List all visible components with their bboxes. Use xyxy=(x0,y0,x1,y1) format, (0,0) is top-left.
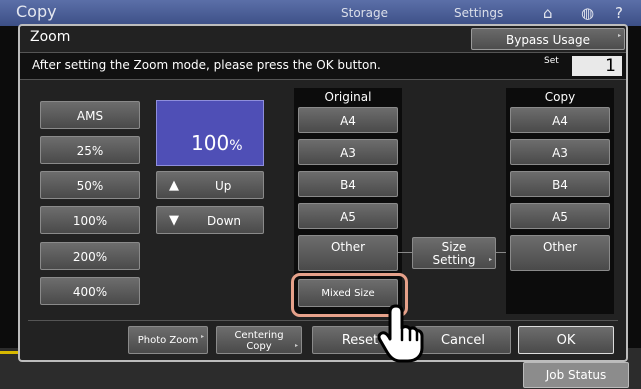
corner-arrow-icon: ▸ xyxy=(488,256,492,263)
globe-icon[interactable]: ◍ xyxy=(581,4,594,22)
size-label: A3 xyxy=(552,146,568,160)
copy-b4-button[interactable]: B4 xyxy=(510,171,610,197)
footer-divider xyxy=(28,320,618,321)
preset-label: 200% xyxy=(72,250,108,264)
preset-label: 400% xyxy=(72,285,108,299)
other-label: Other xyxy=(330,240,366,254)
job-status-button[interactable]: Job Status xyxy=(523,362,629,388)
size-label: B4 xyxy=(552,178,568,192)
preset-label: AMS xyxy=(76,109,104,123)
photo-zoom-button[interactable]: Photo Zoom ▸ xyxy=(128,326,208,354)
centering-line1: Centering xyxy=(234,330,284,341)
set-label: Set xyxy=(544,56,559,66)
zoom-dialog: Zoom Bypass Usage ▸ After setting the Zo… xyxy=(18,24,628,363)
message-bar: After setting the Zoom mode, please pres… xyxy=(20,52,626,80)
preset-200-button[interactable]: 200% xyxy=(40,242,140,270)
zoom-down-label: Down xyxy=(207,214,242,228)
original-a4-button[interactable]: A4 xyxy=(298,107,398,133)
preset-ams-button[interactable]: AMS xyxy=(40,101,140,129)
size-label: A3 xyxy=(340,146,356,160)
size-label: A5 xyxy=(552,210,568,224)
photo-zoom-label: Photo Zoom xyxy=(137,335,199,346)
indicator-strip xyxy=(0,351,20,354)
zoom-unit: % xyxy=(229,138,243,154)
original-header: Original xyxy=(324,90,372,104)
corner-arrow-icon: ▸ xyxy=(294,342,298,349)
ok-button[interactable]: OK xyxy=(518,326,614,354)
original-other-button[interactable]: Other xyxy=(298,235,398,271)
size-label: A5 xyxy=(340,210,356,224)
copy-a4-button[interactable]: A4 xyxy=(510,107,610,133)
preset-label: 100% xyxy=(72,214,108,228)
reset-label: Reset xyxy=(341,333,379,348)
zoom-value: 100% xyxy=(191,131,243,155)
zoom-number: 100 xyxy=(191,131,230,155)
app-title: Copy xyxy=(16,2,57,21)
preset-400-button[interactable]: 400% xyxy=(40,277,140,305)
original-b4-button[interactable]: B4 xyxy=(298,171,398,197)
help-icon[interactable]: ? xyxy=(615,4,623,22)
original-a5-button[interactable]: A5 xyxy=(298,203,398,229)
triangle-down-icon: ▼ xyxy=(169,213,179,228)
copy-other-button[interactable]: Other xyxy=(510,235,610,271)
ok-label: OK xyxy=(556,333,576,348)
centering-line2: Copy xyxy=(246,341,272,352)
tab-settings[interactable]: Settings xyxy=(454,6,503,20)
preset-100-button[interactable]: 100% xyxy=(40,206,140,234)
size-setting-button[interactable]: Size Setting ▸ xyxy=(412,237,496,269)
tab-storage[interactable]: Storage xyxy=(341,6,388,20)
zoom-up-button[interactable]: ▲ Up xyxy=(156,171,264,199)
size-label: A4 xyxy=(552,114,568,128)
preset-25-button[interactable]: 25% xyxy=(40,136,140,164)
cancel-button[interactable]: Cancel xyxy=(415,326,511,354)
instruction-message: After setting the Zoom mode, please pres… xyxy=(32,58,381,72)
connector-line xyxy=(398,252,412,253)
zoom-up-label: Up xyxy=(215,179,232,193)
copy-a5-button[interactable]: A5 xyxy=(510,203,610,229)
dialog-title: Zoom xyxy=(30,29,71,45)
zoom-value-display: 100% xyxy=(156,100,264,166)
preset-label: 50% xyxy=(76,179,104,193)
corner-arrow-icon: ▸ xyxy=(617,32,621,39)
corner-arrow-icon: ▸ xyxy=(200,333,204,340)
set-count: 1 xyxy=(572,56,622,76)
other-label: Other xyxy=(542,240,578,254)
app-header: Copy Storage Settings ⌂ ◍ ? xyxy=(0,0,641,26)
original-a3-button[interactable]: A3 xyxy=(298,139,398,165)
centering-copy-button[interactable]: Centering Copy ▸ xyxy=(216,326,302,354)
size-label: A4 xyxy=(340,114,356,128)
preset-50-button[interactable]: 50% xyxy=(40,171,140,199)
copy-header: Copy xyxy=(544,90,576,104)
screen: Copy Storage Settings ⌂ ◍ ? Job Status Z… xyxy=(0,0,641,389)
copy-a3-button[interactable]: A3 xyxy=(510,139,610,165)
cancel-label: Cancel xyxy=(440,333,486,348)
zoom-down-button[interactable]: ▼ Down xyxy=(156,206,264,234)
size-label: B4 xyxy=(340,178,356,192)
preset-label: 25% xyxy=(76,144,104,158)
size-setting-line2: Setting xyxy=(432,253,476,267)
home-icon[interactable]: ⌂ xyxy=(543,4,553,22)
triangle-up-icon: ▲ xyxy=(169,178,179,193)
bypass-usage-label: Bypass Usage xyxy=(505,33,590,47)
bypass-usage-button[interactable]: Bypass Usage ▸ xyxy=(471,28,625,50)
pointing-hand-icon xyxy=(377,304,424,363)
